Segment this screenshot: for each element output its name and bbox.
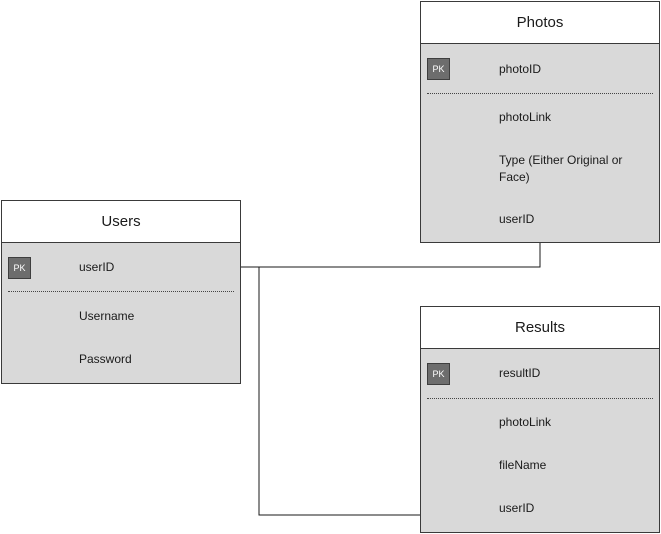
photos-pk-badge: PK xyxy=(427,58,450,80)
photos-field-userid[interactable]: userID xyxy=(499,211,534,228)
results-pk-badge: PK xyxy=(427,363,450,385)
photos-pk-divider xyxy=(427,93,653,94)
results-pk-field[interactable]: resultID xyxy=(499,365,540,382)
results-entity[interactable]: Results PK resultID photoLink fileName u… xyxy=(420,306,660,533)
results-field-photolink[interactable]: photoLink xyxy=(499,414,551,431)
photos-pk-field[interactable]: photoID xyxy=(499,61,541,78)
results-field-userid[interactable]: userID xyxy=(499,500,534,517)
users-results-connector xyxy=(258,267,420,516)
users-pk-divider xyxy=(8,291,234,292)
photos-entity[interactable]: Photos PK photoID photoLink Type (Either… xyxy=(420,1,660,243)
users-pk-badge: PK xyxy=(8,257,31,279)
users-entity[interactable]: Users PK userID Username Password xyxy=(1,200,241,384)
results-pk-divider xyxy=(427,398,653,399)
users-photos-connector xyxy=(236,243,541,268)
users-field-password[interactable]: Password xyxy=(79,351,132,368)
users-field-username[interactable]: Username xyxy=(79,308,134,325)
photos-field-photolink[interactable]: photoLink xyxy=(499,109,551,126)
photos-field-type[interactable]: Type (Either Original or Face) xyxy=(499,152,639,186)
photos-entity-title: Photos xyxy=(421,2,659,44)
results-entity-title: Results xyxy=(421,307,659,349)
users-entity-title: Users xyxy=(2,201,240,243)
results-field-filename[interactable]: fileName xyxy=(499,457,546,474)
users-pk-field[interactable]: userID xyxy=(79,259,114,276)
